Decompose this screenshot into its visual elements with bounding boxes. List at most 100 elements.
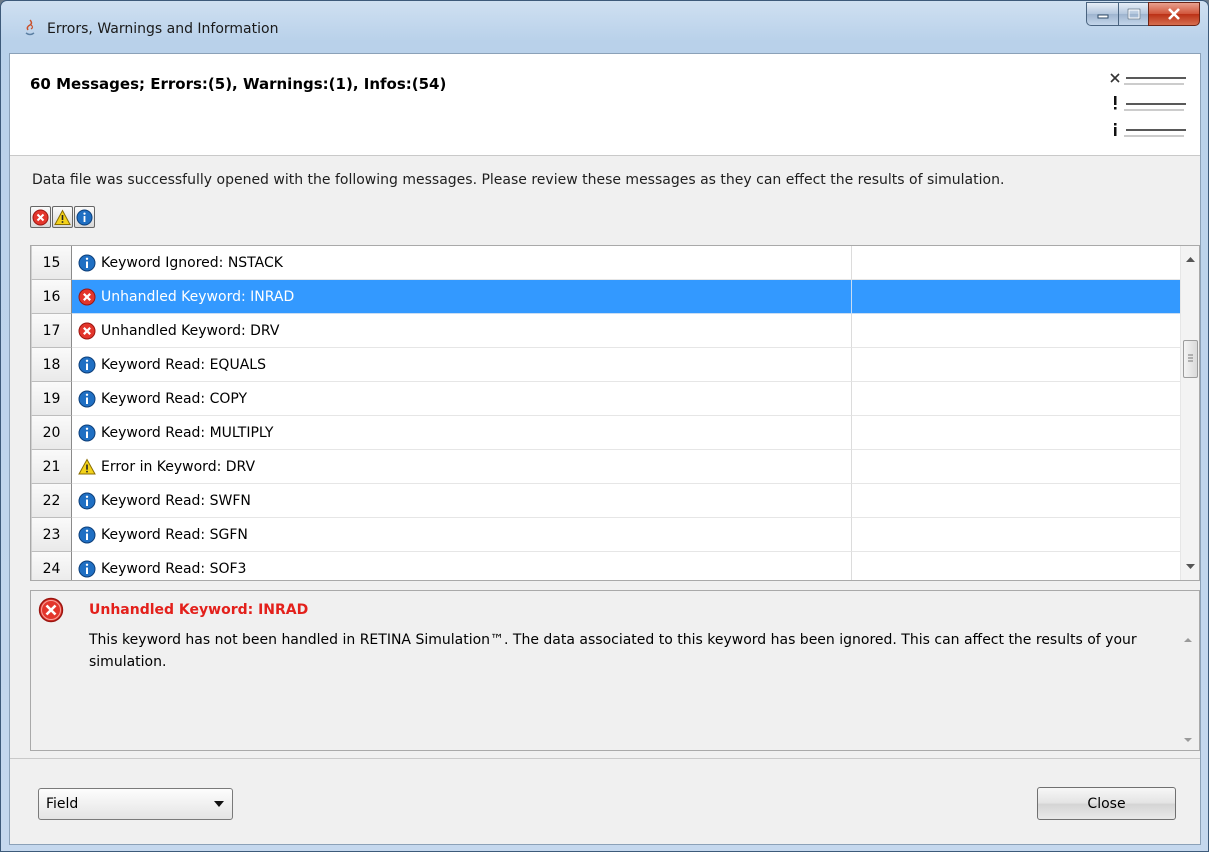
info-icon [78,356,96,373]
message-extra-cell[interactable] [852,552,1180,580]
row-number: 23 [31,518,72,552]
error-icon [38,597,64,623]
dropdown-arrow-icon [214,801,224,807]
close-button[interactable]: Close [1037,787,1176,820]
field-dropdown[interactable]: Field [38,788,233,820]
dialog-window: Errors, Warnings and Information 60 Mess… [0,0,1209,852]
message-text: Keyword Read: SOF3 [101,560,247,577]
title-bar[interactable]: Errors, Warnings and Information [1,1,1208,53]
message-cell[interactable]: Keyword Read: COPY [72,382,852,416]
message-extra-cell[interactable] [852,382,1180,416]
table-row[interactable]: 22 Keyword Read: SWFN [31,484,1180,518]
message-extra-cell[interactable] [852,280,1180,314]
row-number: 16 [31,280,72,314]
scroll-up-button[interactable] [1181,250,1199,268]
maximize-button[interactable] [1118,2,1148,26]
description-text: Data file was successfully opened with t… [32,172,1005,188]
message-cell[interactable]: Keyword Read: SGFN [72,518,852,552]
message-cell[interactable]: Error in Keyword: DRV [72,450,852,484]
row-number: 22 [31,484,72,518]
warning-icon [78,457,96,474]
row-number: 17 [31,314,72,348]
row-number: 18 [31,348,72,382]
message-text: Keyword Read: MULTIPLY [101,424,274,441]
row-number: 19 [31,382,72,416]
detail-body: This keyword has not been handled in RET… [89,632,1137,670]
warning-icon [54,208,71,225]
row-number: 15 [31,246,72,280]
message-text: Unhandled Keyword: DRV [101,322,280,339]
error-filter-button[interactable] [30,206,51,228]
messages-scrollbar[interactable] [1180,246,1199,580]
table-row[interactable]: 17 Unhandled Keyword: DRV [31,314,1180,348]
scroll-thumb[interactable] [1183,340,1198,378]
message-extra-cell[interactable] [852,246,1180,280]
chevron-up-icon [1186,257,1195,262]
detail-scrollbar[interactable] [1179,627,1197,751]
minimize-button[interactable] [1086,2,1118,26]
maximize-icon [1127,8,1140,20]
message-list-graphic-icon [1110,73,1186,137]
row-number: 21 [31,450,72,484]
field-dropdown-value: Field [46,796,79,812]
message-text: Keyword Read: SWFN [101,492,251,509]
message-extra-cell[interactable] [852,518,1180,552]
message-cell[interactable]: Keyword Read: SWFN [72,484,852,518]
message-cell[interactable]: Unhandled Keyword: DRV [72,314,852,348]
chevron-down-icon [1184,738,1192,742]
error-icon [78,288,96,305]
table-row[interactable]: 15 Keyword Ignored: NSTACK [31,246,1180,280]
table-row[interactable]: 21 Error in Keyword: DRV [31,450,1180,484]
message-summary: 60 Messages; Errors:(5), Warnings:(1), I… [30,75,447,93]
message-extra-cell[interactable] [852,348,1180,382]
message-cell[interactable]: Keyword Read: EQUALS [72,348,852,382]
info-icon [78,424,96,441]
message-extra-cell[interactable] [852,450,1180,484]
table-row[interactable]: 16 Unhandled Keyword: INRAD [31,280,1180,314]
message-filter-toolbar [30,206,95,228]
message-detail-panel: Unhandled Keyword: INRAD This keyword ha… [30,590,1200,751]
error-icon [32,209,49,225]
message-extra-cell[interactable] [852,416,1180,450]
info-icon [78,526,96,543]
chevron-down-icon [1186,564,1195,569]
row-number: 24 [31,552,72,580]
close-window-button[interactable] [1148,2,1200,26]
window-title: Errors, Warnings and Information [47,21,279,37]
java-app-icon [25,19,35,36]
info-icon [76,209,93,225]
message-text: Keyword Ignored: NSTACK [101,254,283,271]
table-row[interactable]: 24 Keyword Read: SOF3 [31,552,1180,580]
message-text: Unhandled Keyword: INRAD [101,288,295,305]
info-filter-button[interactable] [74,206,95,228]
minimize-icon [1097,14,1108,19]
message-cell[interactable]: Unhandled Keyword: INRAD [72,280,852,314]
close-icon [1168,8,1180,20]
message-cell[interactable]: Keyword Ignored: NSTACK [72,246,852,280]
message-extra-cell[interactable] [852,314,1180,348]
dialog-content: 60 Messages; Errors:(5), Warnings:(1), I… [9,53,1201,845]
message-extra-cell[interactable] [852,484,1180,518]
message-cell[interactable]: Keyword Read: SOF3 [72,552,852,580]
scroll-down-button[interactable] [1181,558,1199,576]
message-text: Keyword Read: EQUALS [101,356,266,373]
table-row[interactable]: 18 Keyword Read: EQUALS [31,348,1180,382]
grip-icon [1188,354,1193,362]
caption-buttons [1086,2,1200,26]
info-icon [78,254,96,271]
row-number: 20 [31,416,72,450]
dialog-header: 60 Messages; Errors:(5), Warnings:(1), I… [10,54,1200,156]
warning-filter-button[interactable] [52,206,73,228]
message-text: Keyword Read: SGFN [101,526,248,543]
message-cell[interactable]: Keyword Read: MULTIPLY [72,416,852,450]
footer-divider [10,758,1200,759]
chevron-up-icon [1184,638,1192,642]
info-icon [78,560,96,577]
table-row[interactable]: 20 Keyword Read: MULTIPLY [31,416,1180,450]
message-text: Keyword Read: COPY [101,390,248,407]
info-icon [78,390,96,407]
messages-table[interactable]: 15 Keyword Ignored: NSTACK 16 Unhandled Key… [30,245,1200,581]
table-row[interactable]: 19 Keyword Read: COPY [31,382,1180,416]
table-row[interactable]: 23 Keyword Read: SGFN [31,518,1180,552]
info-icon [78,492,96,509]
